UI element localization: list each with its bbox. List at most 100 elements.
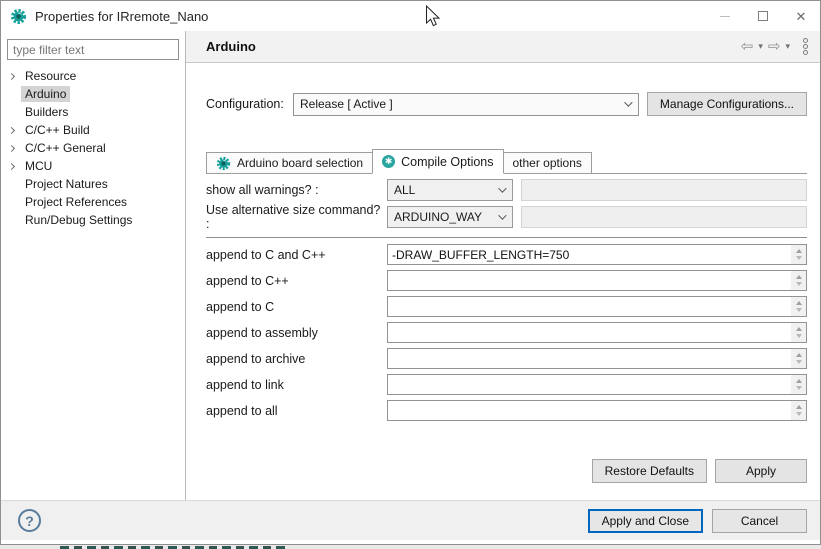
- field-spinner[interactable]: [791, 245, 806, 264]
- configuration-select[interactable]: Release [ Active ]: [293, 93, 639, 116]
- append-field: [387, 270, 807, 291]
- warnings-value: ALL: [394, 183, 498, 197]
- append-label: append to C: [206, 300, 387, 314]
- append-field: [387, 244, 807, 265]
- append-row: append to all: [206, 400, 807, 421]
- warnings-extra-field: [521, 179, 807, 201]
- sidebar-item-project-natures[interactable]: Project Natures: [1, 175, 185, 193]
- forward-button forward-arrow-icon[interactable]: ⇨: [768, 39, 781, 54]
- gear-icon: [216, 156, 231, 171]
- sidebar-item-project-references[interactable]: Project References: [1, 193, 185, 211]
- tree-item-label: Arduino: [21, 86, 70, 102]
- tree-item-label: C/C++ Build: [21, 122, 94, 138]
- spinner-up-icon: [796, 405, 802, 409]
- cancel-button[interactable]: Cancel: [712, 509, 807, 533]
- restore-defaults-button[interactable]: Restore Defaults: [592, 459, 707, 483]
- desktop-background: [0, 545, 821, 549]
- window-title: Properties for IRremote_Nano: [35, 9, 208, 24]
- view-menu-button kebab-icon[interactable]: [801, 36, 810, 57]
- tree-item-label: MCU: [21, 158, 56, 174]
- sidebar-item-mcu[interactable]: MCU: [1, 157, 185, 175]
- tab-compile-options[interactable]: ✱ Compile Options: [372, 149, 503, 174]
- close-button[interactable]: ✕: [782, 1, 820, 31]
- sidebar-item-c-c-build[interactable]: C/C++ Build: [1, 121, 185, 139]
- append-label: append to link: [206, 378, 387, 392]
- back-history-caret-icon[interactable]: ▾: [758, 41, 763, 52]
- tab-other-options[interactable]: other options: [503, 152, 592, 173]
- warnings-select[interactable]: ALL: [387, 179, 513, 201]
- warnings-label: show all warnings? :: [206, 183, 387, 197]
- tab-arduino-board-selection[interactable]: Arduino board selection: [206, 152, 373, 173]
- append-row: append to C and C++: [206, 244, 807, 265]
- asterisk-circle-icon: ✱: [382, 155, 395, 168]
- forward-history-caret-icon[interactable]: ▾: [785, 41, 790, 52]
- expand-chevron-icon: [7, 162, 14, 169]
- field-spinner[interactable]: [791, 271, 806, 290]
- append-input[interactable]: [388, 323, 791, 342]
- spinner-up-icon: [796, 379, 802, 383]
- page-content: Configuration: Release [ Active ] Manage…: [186, 63, 820, 500]
- append-input[interactable]: [388, 271, 791, 290]
- apply-button[interactable]: Apply: [715, 459, 807, 483]
- window-controls: ✕: [706, 1, 820, 31]
- configuration-row: Configuration: Release [ Active ] Manage…: [206, 92, 807, 116]
- expand-chevron-icon: [7, 126, 14, 133]
- field-spinner[interactable]: [791, 323, 806, 342]
- sidebar-item-resource[interactable]: Resource: [1, 67, 185, 85]
- field-spinner[interactable]: [791, 297, 806, 316]
- append-label: append to assembly: [206, 326, 387, 340]
- properties-dialog: Properties for IRremote_Nano ✕ Resource …: [0, 0, 821, 545]
- close-icon: ✕: [796, 10, 807, 23]
- append-rows: append to C and C++ append to C++ append…: [206, 244, 807, 421]
- tabstrip: Arduino board selection ✱ Compile Option…: [206, 149, 807, 174]
- field-spinner[interactable]: [791, 375, 806, 394]
- tree-item-label: Run/Debug Settings: [21, 212, 136, 228]
- sidebar-item-run-debug-settings[interactable]: Run/Debug Settings: [1, 211, 185, 229]
- append-input[interactable]: [388, 375, 791, 394]
- maximize-button[interactable]: [744, 1, 782, 31]
- page-title: Arduino: [206, 39, 256, 54]
- spinner-down-icon: [796, 360, 802, 364]
- spinner-up-icon: [796, 275, 802, 279]
- sidebar-item-arduino[interactable]: Arduino: [1, 85, 185, 103]
- sidebar: Resource Arduino Builders C/C++ Build C/…: [1, 31, 185, 500]
- spinner-down-icon: [796, 282, 802, 286]
- append-input[interactable]: [388, 401, 791, 420]
- field-spinner[interactable]: [791, 401, 806, 420]
- field-spinner[interactable]: [791, 349, 806, 368]
- tree-item-label: Builders: [21, 104, 72, 120]
- apply-and-close-button[interactable]: Apply and Close: [588, 509, 703, 533]
- size-command-extra-field: [521, 206, 807, 228]
- append-row: append to archive: [206, 348, 807, 369]
- back-button back-arrow-icon[interactable]: ⇦: [741, 39, 754, 54]
- append-field: [387, 374, 807, 395]
- titlebar[interactable]: Properties for IRremote_Nano ✕: [1, 1, 820, 31]
- tab-label: Arduino board selection: [237, 156, 363, 170]
- size-command-row: Use alternative size command? : ARDUINO_…: [206, 206, 807, 228]
- tree-item-label: Project Natures: [21, 176, 112, 192]
- dialog-footer: ? Apply and Close Cancel: [1, 500, 820, 540]
- sloeber-gear-icon: [10, 8, 27, 25]
- append-input[interactable]: [388, 245, 791, 264]
- configuration-label: Configuration:: [206, 97, 293, 111]
- tree-item-label: C/C++ General: [21, 140, 110, 156]
- tab-label: other options: [513, 156, 582, 170]
- expand-chevron-icon: [7, 144, 14, 151]
- sidebar-item-builders[interactable]: Builders: [1, 103, 185, 121]
- spinner-up-icon: [796, 353, 802, 357]
- size-command-select[interactable]: ARDUINO_WAY: [387, 206, 513, 228]
- append-input[interactable]: [388, 349, 791, 368]
- manage-configurations-button[interactable]: Manage Configurations...: [647, 92, 807, 116]
- warnings-row: show all warnings? : ALL: [206, 179, 807, 201]
- tree-item-label: Project References: [21, 194, 131, 210]
- append-input[interactable]: [388, 297, 791, 316]
- filter-input[interactable]: [7, 39, 179, 60]
- append-label: append to all: [206, 404, 387, 418]
- page-header: Arduino ⇦ ▾ ⇨ ▾: [186, 31, 820, 63]
- minimize-button[interactable]: [706, 1, 744, 31]
- help-button question-icon[interactable]: ?: [18, 509, 41, 532]
- sidebar-item-c-c-general[interactable]: C/C++ General: [1, 139, 185, 157]
- sidebar-tree: Resource Arduino Builders C/C++ Build C/…: [1, 67, 185, 229]
- main-pane: Arduino ⇦ ▾ ⇨ ▾ Configuration: Release […: [186, 31, 820, 500]
- section-separator: [206, 237, 807, 238]
